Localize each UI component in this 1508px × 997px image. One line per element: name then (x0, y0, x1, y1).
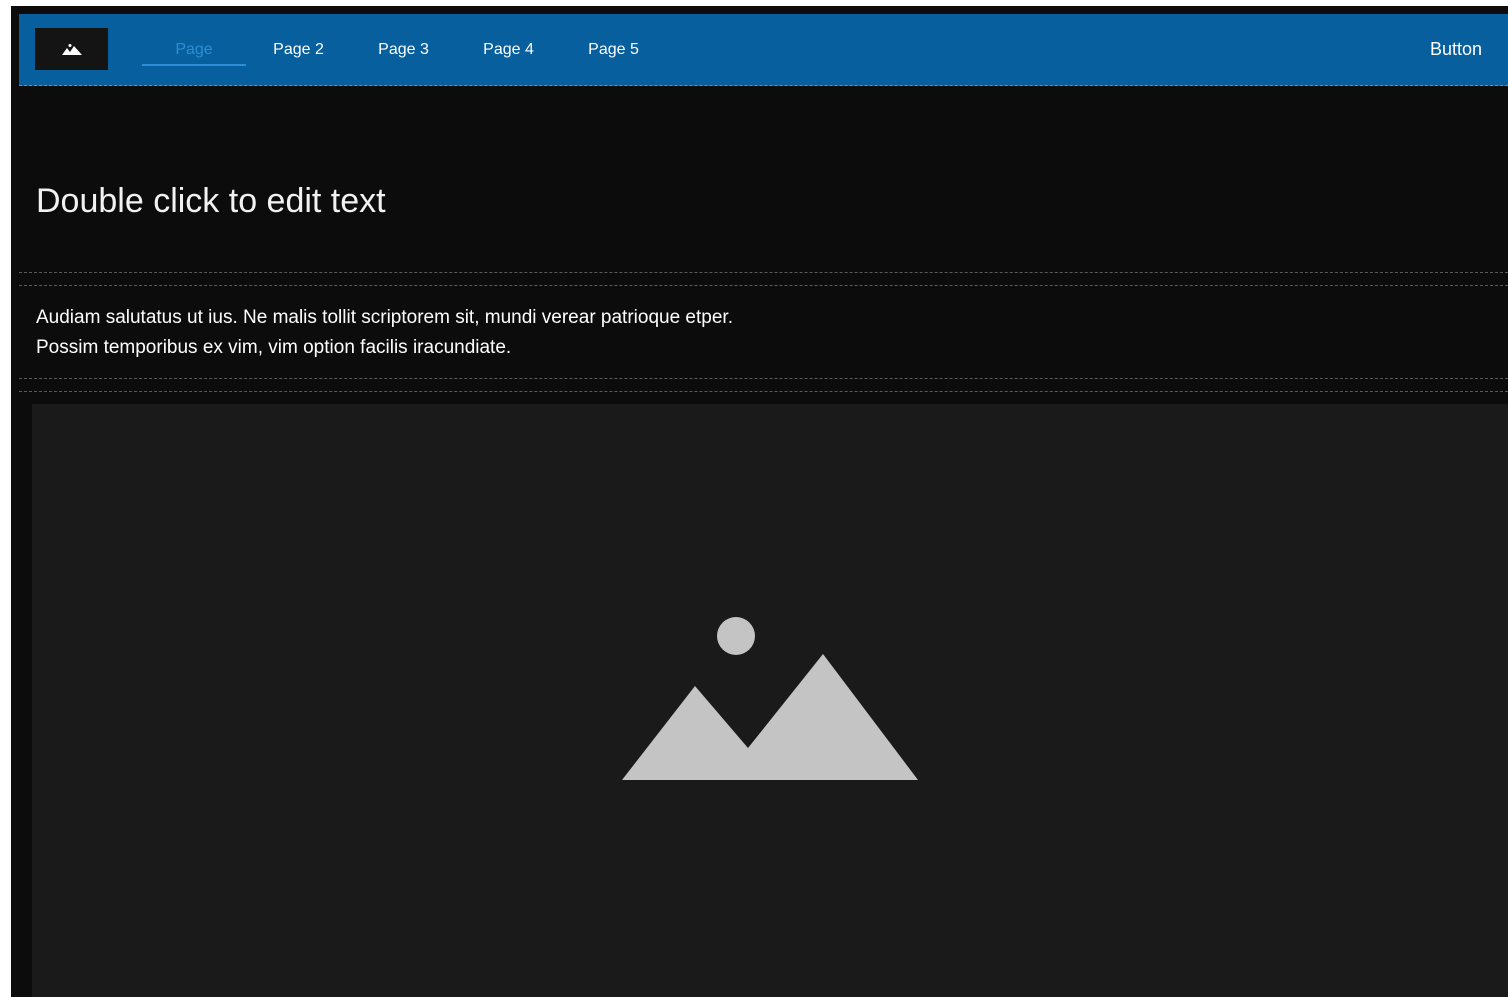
header-button[interactable]: Button (1430, 14, 1482, 85)
mountain-image-icon (61, 43, 82, 55)
nav-item-label: Page (175, 40, 213, 58)
nav-item-label: Page 3 (378, 40, 429, 58)
text-block: Audiam salutatus ut ius. Ne malis tollit… (19, 285, 1508, 379)
nav-item-page-3[interactable]: Page 3 (351, 14, 456, 85)
image-placeholder[interactable] (32, 404, 1508, 997)
image-section (19, 391, 1508, 997)
main-nav: Page Page 2 Page 3 Page 4 Page 5 (142, 14, 666, 85)
body-text-line-2: Possim temporibus ex vim, vim option fac… (36, 337, 512, 358)
nav-item-page-5[interactable]: Page 5 (561, 14, 666, 85)
hero-section: Double click to edit text (19, 86, 1508, 273)
nav-item-label: Page 2 (273, 40, 324, 58)
app-frame: Page Page 2 Page 3 Page 4 Page 5 Button … (11, 6, 1508, 997)
nav-item-label: Page 5 (588, 40, 639, 58)
body-text[interactable]: Audiam salutatus ut ius. Ne malis tollit… (36, 303, 733, 363)
top-navigation-bar: Page Page 2 Page 3 Page 4 Page 5 Button (19, 14, 1508, 86)
nav-item-label: Page 4 (483, 40, 534, 58)
nav-item-page[interactable]: Page (142, 14, 246, 85)
body-text-line-1: Audiam salutatus ut ius. Ne malis tollit… (36, 307, 733, 328)
page-title[interactable]: Double click to edit text (36, 182, 386, 221)
nav-item-page-4[interactable]: Page 4 (456, 14, 561, 85)
nav-item-page-2[interactable]: Page 2 (246, 14, 351, 85)
logo[interactable] (35, 28, 108, 70)
image-placeholder-icon (622, 617, 918, 780)
